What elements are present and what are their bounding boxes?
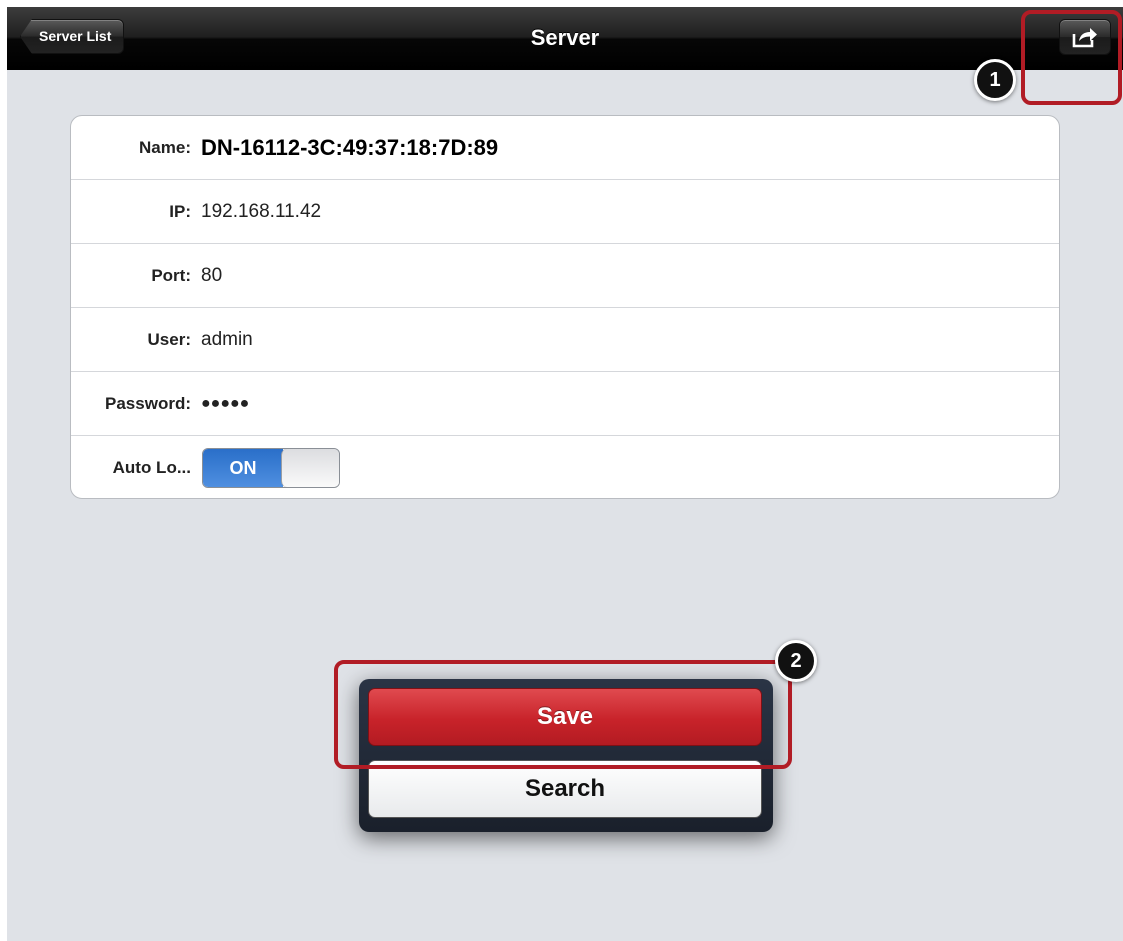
toggle-knob[interactable] (281, 449, 339, 487)
name-field[interactable]: DN-16112-3C:49:37:18:7D:89 (201, 116, 498, 180)
port-field[interactable]: 80 (201, 244, 222, 308)
auto-login-label: Auto Lo... (112, 458, 191, 477)
share-button-highlight (1021, 10, 1122, 105)
annotation-badge-2: 2 (775, 640, 817, 682)
save-button-highlight (334, 660, 792, 769)
auto-login-row: Auto Lo... ON (71, 436, 1059, 498)
app-screen: Server Server List 1 Name: DN-16112-3C:4… (7, 7, 1123, 941)
annotation-badge-1: 1 (974, 59, 1016, 101)
user-field[interactable]: admin (201, 308, 253, 372)
toggle-on-label: ON (203, 449, 283, 487)
back-button[interactable]: Server List (20, 19, 125, 54)
ip-row: IP: 192.168.11.42 (71, 180, 1059, 244)
port-label: Port: (151, 266, 191, 285)
port-row: Port: 80 (71, 244, 1059, 308)
password-label: Password: (105, 394, 191, 413)
user-row: User: admin (71, 308, 1059, 372)
name-row: Name: DN-16112-3C:49:37:18:7D:89 (71, 116, 1059, 180)
password-row: Password: ●●●●● (71, 372, 1059, 436)
name-label: Name: (139, 138, 191, 157)
server-settings-table: Name: DN-16112-3C:49:37:18:7D:89 IP: 192… (70, 115, 1060, 499)
navigation-bar: Server Server List (7, 7, 1123, 70)
user-label: User: (147, 330, 191, 349)
page-title: Server (530, 25, 600, 50)
ip-field[interactable]: 192.168.11.42 (201, 180, 321, 244)
password-field[interactable]: ●●●●● (201, 372, 249, 436)
auto-login-toggle[interactable]: ON (202, 448, 340, 488)
ip-label: IP: (169, 202, 191, 221)
